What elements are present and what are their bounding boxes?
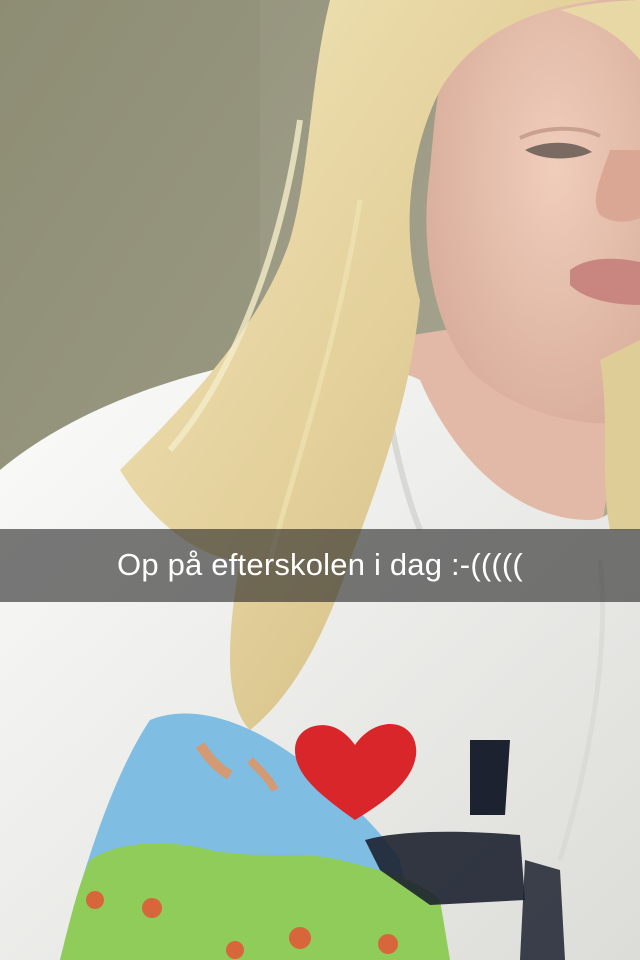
caption-text: Op på efterskolen i dag :-((((( xyxy=(117,547,523,582)
snapchat-snap[interactable]: Op på efterskolen i dag :-((((( xyxy=(0,0,640,960)
caption-bar[interactable]: Op på efterskolen i dag :-((((( xyxy=(0,529,640,602)
selfie-photo xyxy=(0,0,640,960)
